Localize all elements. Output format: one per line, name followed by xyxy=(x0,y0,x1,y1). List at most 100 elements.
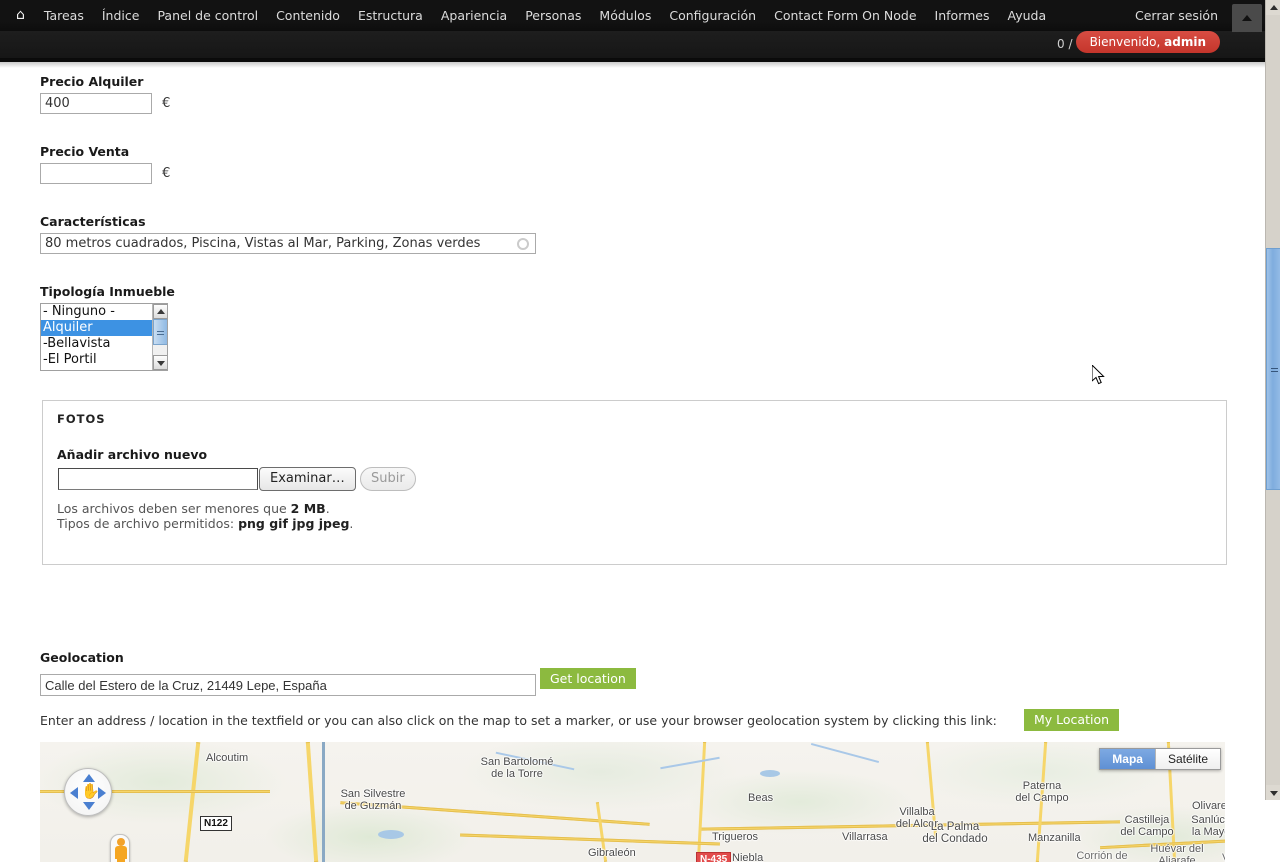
add-new-file-label: Añadir archivo nuevo xyxy=(57,447,207,462)
page-vertical-scrollbar[interactable] xyxy=(1265,0,1280,800)
home-icon[interactable]: ⌂ xyxy=(10,0,35,31)
map-place-label-text: Sanlúcarla Mayor xyxy=(1191,814,1225,838)
file-size-note: Los archivos deben ser menores que 2 MB. xyxy=(57,501,330,516)
map-place-label-text: La Palmadel Condado xyxy=(922,821,987,845)
scrollbar-down-button[interactable] xyxy=(1266,785,1280,800)
welcome-prefix: Bienvenido, xyxy=(1090,35,1165,49)
map-place-label: Castillejadel Campo xyxy=(1108,814,1186,838)
autocomplete-throbber-icon xyxy=(517,238,529,250)
menu-item-informes[interactable]: Informes xyxy=(926,0,999,31)
map-place-label: Alcoutim xyxy=(206,752,248,764)
browse-button[interactable]: Examinar… xyxy=(259,467,356,491)
map-type-mapa[interactable]: Mapa xyxy=(1100,749,1155,769)
caracteristicas-input[interactable] xyxy=(40,233,536,254)
map-type-satelite[interactable]: Satélite xyxy=(1155,749,1220,769)
tipologia-option-alquiler[interactable]: Alquiler xyxy=(41,320,167,336)
map-place-label: Corrión delos Céspedes xyxy=(1058,850,1146,862)
get-location-button[interactable]: Get location xyxy=(540,668,636,689)
map-place-label: Villarrasa xyxy=(842,831,888,843)
scrollbar-thumb[interactable] xyxy=(1266,248,1280,490)
tipologia-scroll-thumb[interactable] xyxy=(153,319,168,345)
pan-control-icon[interactable]: ✋ xyxy=(64,768,112,816)
pegman-streetview-icon[interactable] xyxy=(110,834,130,862)
menu-item-modulos[interactable]: Módulos xyxy=(590,0,660,31)
menu-item-contact-form-on-node[interactable]: Contact Form On Node xyxy=(765,0,925,31)
field-precio-venta: Precio Venta € xyxy=(40,144,170,184)
tipologia-label: Tipología Inmueble xyxy=(40,284,175,299)
map-place-label: Manzanilla xyxy=(1028,832,1081,844)
admin-toolbar: ⌂ Tareas Índice Panel de control Conteni… xyxy=(0,0,1280,62)
field-precio-alquiler: Precio Alquiler € xyxy=(40,74,170,114)
menu-item-personas[interactable]: Personas xyxy=(516,0,590,31)
map-place-label: Beas xyxy=(748,792,773,804)
map-place-label: Olivares xyxy=(1192,800,1225,812)
tipologia-option-el-portil[interactable]: -El Portil xyxy=(41,352,167,368)
scrollbar-up-button[interactable] xyxy=(1266,0,1280,15)
map-place-label-text: San Bartoloméde la Torre xyxy=(481,756,554,780)
field-caracteristicas: Características xyxy=(40,214,536,254)
caracteristicas-label: Características xyxy=(40,214,536,229)
file-size-note-suffix: . xyxy=(326,501,330,516)
scroll-thumb-grip-icon xyxy=(157,331,164,332)
menu-item-estructura[interactable]: Estructura xyxy=(349,0,432,31)
tipologia-scroll-up-button[interactable] xyxy=(153,304,168,319)
map-place-label: Trigueros xyxy=(712,831,758,843)
upload-button[interactable]: Subir xyxy=(360,467,416,491)
pan-left-icon[interactable] xyxy=(70,787,78,799)
scrollbar-thumb-grip-icon xyxy=(1271,368,1278,369)
file-types-note-prefix: Tipos de archivo permitidos: xyxy=(57,516,238,531)
map-place-label: Gibraleón xyxy=(588,847,636,859)
menu-item-configuracion[interactable]: Configuración xyxy=(660,0,765,31)
scroll-down-icon xyxy=(1270,791,1278,796)
map-road-shield: N122 xyxy=(200,816,232,831)
tipologia-select-list[interactable]: - Ninguno - Alquiler -Bellavista -El Por… xyxy=(40,303,168,371)
precio-alquiler-input[interactable] xyxy=(40,93,152,114)
map-place-label: Huévar delAljarafe xyxy=(1140,843,1214,862)
pan-hand-icon[interactable]: ✋ xyxy=(81,782,100,800)
pan-down-icon[interactable] xyxy=(83,802,95,810)
map-type-control: Mapa Satélite xyxy=(1099,748,1221,770)
file-size-note-prefix: Los archivos deben ser menores que xyxy=(57,501,291,516)
welcome-badge[interactable]: Bienvenido, admin xyxy=(1076,31,1220,53)
file-size-note-value: 2 MB xyxy=(291,501,326,516)
menu-item-contenido[interactable]: Contenido xyxy=(267,0,349,31)
menu-item-tareas[interactable]: Tareas xyxy=(35,0,93,31)
map-place-label: San Bartoloméde la Torre xyxy=(462,756,572,780)
google-map[interactable]: ✋ Alcoutim San Bartoloméde la Torre Beas… xyxy=(40,742,1225,862)
map-place-label-text: Corrión delos Céspedes xyxy=(1069,850,1136,862)
field-tipologia-inmueble: Tipología Inmueble - Ninguno - Alquiler … xyxy=(40,284,175,371)
map-place-label-text: Huévar delAljarafe xyxy=(1150,843,1203,862)
map-road-shield: N-435 xyxy=(696,852,731,862)
collapse-up-icon xyxy=(1242,15,1252,21)
map-place-label: Paternadel Campo xyxy=(1002,780,1082,804)
map-place-label-text: San Silvestrede Guzmán xyxy=(341,788,406,812)
precio-venta-input[interactable] xyxy=(40,163,152,184)
pan-up-icon[interactable] xyxy=(83,774,95,782)
geolocation-help-text: Enter an address / location in the textf… xyxy=(40,713,997,728)
pegman-head xyxy=(117,838,125,846)
map-place-label-text: Paternadel Campo xyxy=(1015,780,1068,804)
geolocation-address-input[interactable] xyxy=(40,674,536,696)
menu-item-ayuda[interactable]: Ayuda xyxy=(999,0,1056,31)
menu-item-panel-de-control[interactable]: Panel de control xyxy=(148,0,267,31)
caracteristicas-autocomplete-wrapper xyxy=(40,233,536,254)
pegman-legs xyxy=(117,858,125,862)
map-place-label-text: Castillejadel Campo xyxy=(1120,814,1173,838)
toolbar-collapse-button[interactable] xyxy=(1232,4,1262,32)
my-location-button[interactable]: My Location xyxy=(1024,709,1119,731)
logout-link[interactable]: Cerrar sesión xyxy=(1135,0,1218,31)
menu-item-apariencia[interactable]: Apariencia xyxy=(432,0,516,31)
file-path-input[interactable] xyxy=(58,468,258,490)
tipologia-scroll-down-button[interactable] xyxy=(153,355,168,370)
tipologia-option-bellavista[interactable]: -Bellavista xyxy=(41,336,167,352)
tipologia-scrollbar[interactable] xyxy=(152,304,167,370)
fotos-fieldset: FOTOS Añadir archivo nuevo Examinar… Sub… xyxy=(42,400,1227,565)
precio-alquiler-currency: € xyxy=(162,96,170,111)
tipologia-option-ninguno[interactable]: - Ninguno - xyxy=(41,304,167,320)
menu-item-indice[interactable]: Índice xyxy=(93,0,149,31)
map-place-label: San Silvestrede Guzmán xyxy=(321,788,425,812)
fotos-legend: FOTOS xyxy=(57,412,106,426)
admin-menu-bar: ⌂ Tareas Índice Panel de control Conteni… xyxy=(0,0,1280,31)
map-place-label: La Palmadel Condado xyxy=(906,821,1004,845)
map-place-label: Sanlúcarla Mayor xyxy=(1176,814,1225,838)
